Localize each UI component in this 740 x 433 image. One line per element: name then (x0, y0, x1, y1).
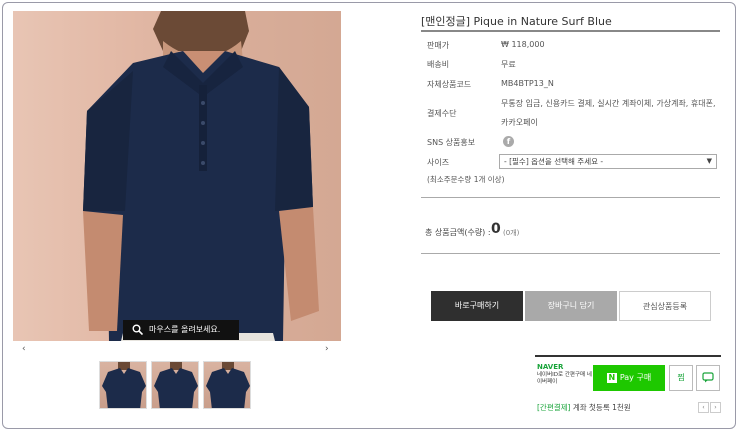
total-quantity: (0개) (503, 229, 520, 237)
size-label: 사이즈 (427, 158, 450, 167)
thumbnail-2[interactable] (151, 361, 199, 409)
naver-pay-buy-button[interactable]: N Pay 구매 (593, 365, 665, 391)
naver-n-icon: N (606, 372, 617, 383)
price-label: 판매가 (427, 41, 450, 50)
product-title: [맨인정글] Pique in Nature Surf Blue (421, 15, 612, 28)
thumbnail-image (102, 362, 146, 408)
shipping-value: 무료 (501, 60, 516, 69)
product-code-value: MB4BTP13_N (501, 79, 554, 88)
pager-prev-icon[interactable]: ‹ (698, 402, 709, 413)
naver-talk-button[interactable] (696, 365, 720, 391)
product-main-image[interactable]: 마우스를 올려보세요. (13, 11, 341, 341)
payment-methods-line1: 무통장 입금, 신용카드 결제, 실시간 계좌이체, 가상계좌, 휴대폰, (501, 99, 716, 108)
thumbnail-image (154, 362, 198, 408)
naver-pay-buy-label: Pay 구매 (619, 373, 652, 382)
zoom-hint: 마우스를 올려보세요. (123, 320, 239, 340)
prev-image-arrow[interactable]: ‹ (22, 344, 26, 354)
title-divider (421, 30, 720, 32)
facebook-icon[interactable]: f (503, 136, 514, 147)
price-value: ₩ 118,000 (501, 40, 545, 49)
min-order-note: (최소주문수량 1개 이상) (427, 175, 505, 184)
talk-bubble-icon (702, 372, 714, 383)
chevron-down-icon: ▼ (706, 157, 712, 165)
naver-pay-promo-text: 계좌 첫등록 1천원 (570, 403, 631, 412)
next-image-arrow[interactable]: › (325, 344, 329, 354)
naver-pay-pager: ‹ › (697, 402, 721, 413)
add-to-wishlist-button[interactable]: 관심상품등록 (619, 291, 711, 321)
naver-wish-button[interactable]: 찜 (669, 365, 693, 391)
total-price-label: 총 상품금액(수량) : (425, 228, 491, 237)
naver-pay-promo: [간편결제] 계좌 첫등록 1천원 (537, 402, 631, 413)
naver-pay-description: 네이버ID로 간편구매 네이버페이 (537, 372, 592, 385)
size-select[interactable]: - [필수] 옵션을 선택해 주세요 - ▼ (499, 154, 717, 169)
product-code-label: 자체상품코드 (427, 80, 472, 89)
thumbnail-3[interactable] (203, 361, 251, 409)
total-price-amount: 0 (491, 221, 501, 237)
payment-methods-label: 결제수단 (427, 109, 457, 118)
options-divider (421, 197, 720, 198)
naver-logo: NAVER (537, 363, 564, 371)
payment-methods-line2: 카카오페이 (501, 118, 538, 127)
add-to-cart-button[interactable]: 장바구니 담기 (525, 291, 617, 321)
buy-now-button[interactable]: 바로구매하기 (431, 291, 523, 321)
size-select-value: - [필수] 옵션을 선택해 주세요 - (504, 157, 604, 166)
thumbnail-1[interactable] (99, 361, 147, 409)
pager-next-icon[interactable]: › (710, 402, 721, 413)
magnifier-icon (132, 324, 143, 335)
sns-promo-label: SNS 상품홍보 (427, 138, 476, 147)
total-divider (421, 253, 720, 254)
product-detail-page: 마우스를 올려보세요. ‹ › [맨인정글] Pique in Nature S (2, 2, 736, 429)
model-illustration (83, 11, 319, 341)
shipping-label: 배송비 (427, 60, 450, 69)
zoom-hint-text: 마우스를 올려보세요. (149, 325, 221, 334)
naver-pay-promo-tag: [간편결제] (537, 403, 571, 412)
thumbnail-image (206, 362, 250, 408)
naver-pay-widget: NAVER 네이버ID로 간편구매 네이버페이 N Pay 구매 찜 [간편결제]… (535, 355, 721, 415)
